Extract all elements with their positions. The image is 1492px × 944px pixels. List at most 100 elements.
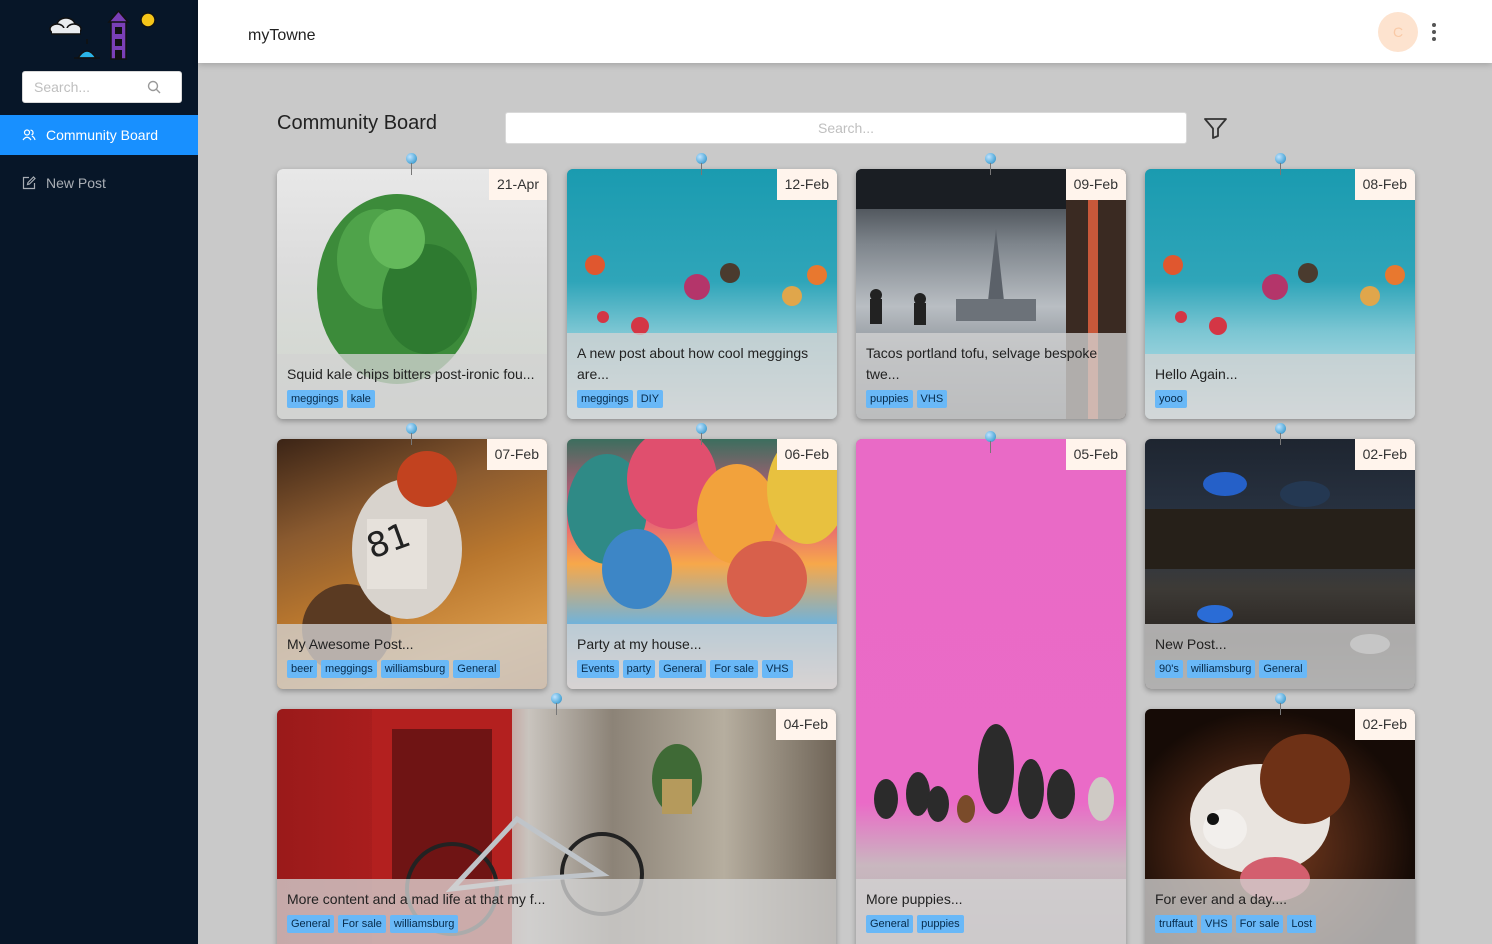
search-icon[interactable]	[147, 80, 161, 94]
post-text: More puppies...	[866, 891, 963, 907]
tag[interactable]: meggings	[577, 390, 633, 408]
post-card[interactable]: 06-Feb Party at my house... Events party…	[567, 439, 837, 689]
tag[interactable]: VHS	[1201, 915, 1232, 933]
post-card[interactable]: 09-Feb Tacos portland tofu, selvage besp…	[856, 169, 1126, 419]
tag[interactable]: 90's	[1155, 660, 1183, 678]
post-tags: puppies VHS	[866, 390, 1116, 408]
sidebar-item-new-post[interactable]: New Post	[0, 163, 198, 203]
tag[interactable]: puppies	[917, 915, 964, 933]
sidebar: Community Board New Post	[0, 0, 198, 944]
post-tags: beer meggings williamsburg General	[287, 660, 537, 678]
tag[interactable]: Lost	[1287, 915, 1317, 933]
board-search[interactable]	[505, 112, 1187, 144]
page-title: Community Board	[277, 112, 438, 134]
tag[interactable]: party	[622, 660, 656, 678]
tag[interactable]: General	[287, 915, 335, 933]
post-tags: 90's williamsburg General	[1155, 660, 1405, 678]
tag[interactable]: williamsburg	[380, 660, 450, 678]
pin-icon	[985, 153, 997, 175]
post-info: A new post about how cool meggings are..…	[567, 333, 837, 419]
post-info: Hello Again... yooo	[1145, 354, 1415, 419]
post-text: New Post...	[1155, 636, 1227, 652]
tag[interactable]: yooo	[1155, 390, 1187, 408]
post-date: 12-Feb	[776, 169, 837, 200]
tag[interactable]: General	[659, 660, 707, 678]
post-card[interactable]: 08-Feb Hello Again... yooo	[1145, 169, 1415, 419]
pin-icon	[696, 153, 708, 175]
sidebar-search-input[interactable]	[23, 72, 143, 102]
top-header: myTowne C	[198, 0, 1492, 63]
post-text: More content and a mad life at that my f…	[287, 891, 546, 907]
pin-icon	[406, 423, 418, 445]
pin-icon	[1275, 153, 1287, 175]
post-card[interactable]: 21-Apr Squid kale chips bitters post-iro…	[277, 169, 547, 419]
post-info: Squid kale chips bitters post-ironic fou…	[277, 354, 547, 419]
post-info: Tacos portland tofu, selvage bespoke twe…	[856, 333, 1126, 419]
pin-icon	[985, 431, 997, 453]
tag[interactable]: puppies	[866, 390, 913, 408]
tag[interactable]: General	[453, 660, 501, 678]
edit-icon	[22, 176, 36, 190]
pin-icon	[551, 693, 563, 715]
post-tags: yooo	[1155, 390, 1405, 408]
post-card[interactable]: 12-Feb A new post about how cool megging…	[567, 169, 837, 419]
post-tags: Events party General For sale VHS	[577, 660, 827, 678]
post-card[interactable]: 02-Feb For ever and a day.... truffaut V…	[1145, 709, 1415, 944]
post-info: More content and a mad life at that my f…	[277, 879, 836, 944]
tag[interactable]: DIY	[636, 390, 664, 408]
post-text: My Awesome Post...	[287, 636, 414, 652]
tag[interactable]: General	[866, 915, 914, 933]
tag[interactable]: meggings	[287, 390, 343, 408]
post-tags: General puppies	[866, 915, 1116, 933]
pin-icon	[406, 153, 418, 175]
tag[interactable]: kale	[346, 390, 375, 408]
tag[interactable]: meggings	[321, 660, 377, 678]
sidebar-item-community-board[interactable]: Community Board	[0, 115, 198, 155]
sidebar-item-label: Community Board	[46, 127, 159, 143]
post-image	[856, 439, 1126, 944]
post-date: 07-Feb	[486, 439, 547, 470]
sidebar-item-label: New Post	[46, 175, 106, 191]
post-text: For ever and a day....	[1155, 891, 1288, 907]
post-date: 09-Feb	[1065, 169, 1126, 200]
post-date: 21-Apr	[488, 169, 547, 200]
post-date: 06-Feb	[776, 439, 837, 470]
tag[interactable]: truffaut	[1155, 915, 1198, 933]
post-text: Party at my house...	[577, 636, 702, 652]
post-text: A new post about how cool meggings are..…	[577, 345, 809, 382]
post-info: New Post... 90's williamsburg General	[1145, 624, 1415, 689]
mytowne-logo-icon[interactable]	[44, 8, 162, 62]
more-vertical-icon[interactable]	[1424, 20, 1444, 44]
post-card[interactable]: 04-Feb More content and a mad life at th…	[277, 709, 836, 944]
post-text: Hello Again...	[1155, 366, 1238, 382]
tag[interactable]: beer	[287, 660, 318, 678]
filter-icon[interactable]	[1203, 116, 1228, 140]
tag[interactable]: For sale	[338, 915, 386, 933]
tag[interactable]: VHS	[916, 390, 948, 408]
tag[interactable]: VHS	[762, 660, 793, 678]
post-tags: meggings kale	[287, 390, 537, 408]
pin-icon	[696, 423, 708, 445]
post-date: 05-Feb	[1065, 439, 1126, 470]
avatar[interactable]: C	[1378, 12, 1418, 52]
tag[interactable]: For sale	[1235, 915, 1284, 933]
tag[interactable]: williamsburg	[1186, 660, 1256, 678]
post-date: 02-Feb	[1354, 439, 1415, 470]
post-info: For ever and a day.... truffaut VHS For …	[1145, 879, 1415, 944]
sidebar-search[interactable]	[22, 71, 182, 103]
tag[interactable]: Events	[577, 660, 619, 678]
post-tags: meggings DIY	[577, 390, 827, 408]
post-date: 02-Feb	[1354, 709, 1415, 740]
tag[interactable]: For sale	[710, 660, 758, 678]
app-title: myTowne	[248, 27, 316, 44]
post-tags: General For sale williamsburg	[287, 915, 826, 933]
tag[interactable]: General	[1259, 660, 1307, 678]
post-card[interactable]: 05-Feb More puppies... General puppies	[856, 439, 1126, 944]
post-card[interactable]: 02-Feb New Post... 90's williamsburg Gen…	[1145, 439, 1415, 689]
board-search-input[interactable]	[506, 113, 1186, 143]
pin-icon	[1275, 693, 1287, 715]
post-text: Tacos portland tofu, selvage bespoke twe…	[866, 345, 1098, 382]
tag[interactable]: williamsburg	[389, 915, 459, 933]
post-date: 08-Feb	[1354, 169, 1415, 200]
post-card[interactable]: 81 07-Feb My Awesome Post... beer meggin…	[277, 439, 547, 689]
